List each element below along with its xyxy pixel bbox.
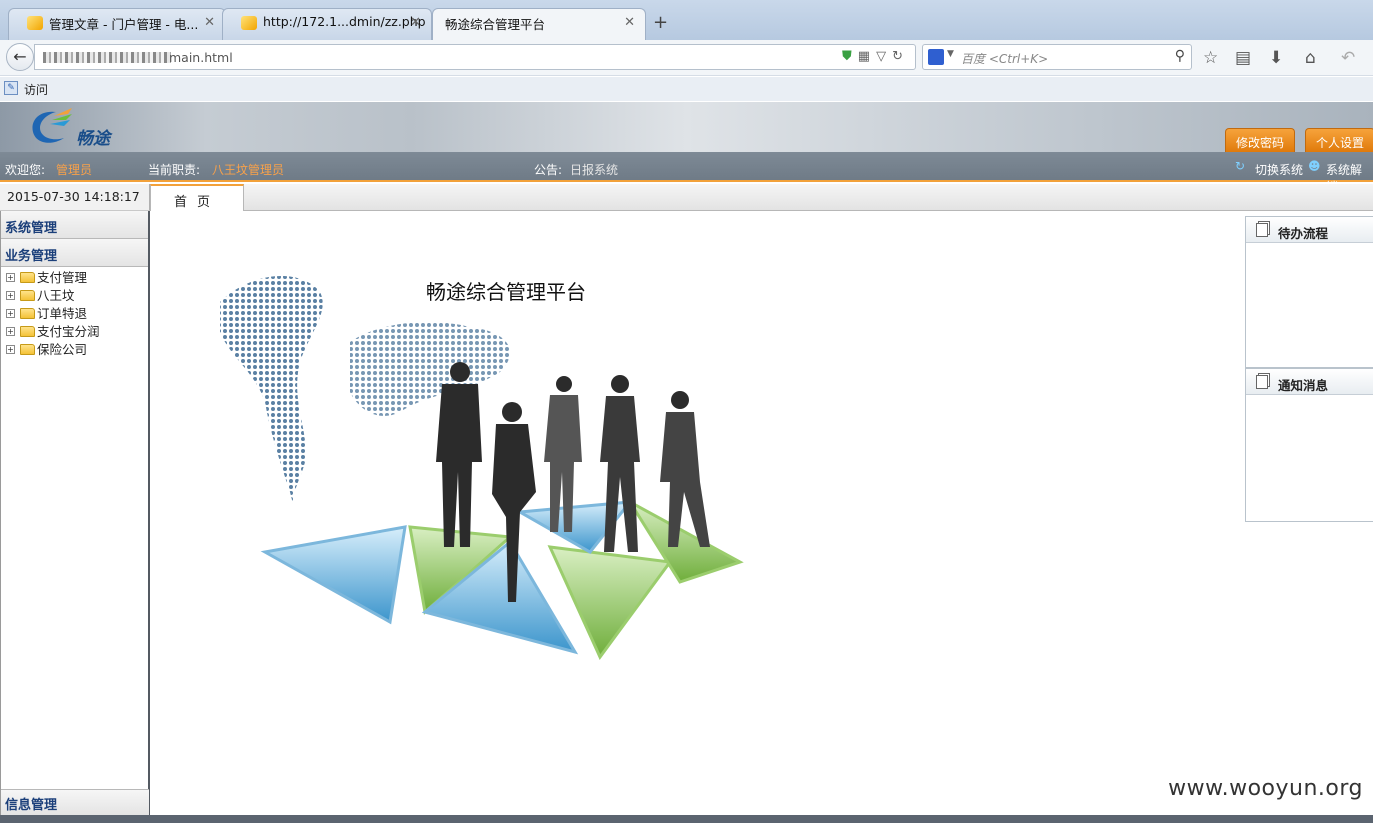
- browser-tab-3[interactable]: 畅途综合管理平台 ✕: [432, 8, 646, 41]
- business-tree: + 支付管理 + 八王坟 + 订单特退 + 支付宝分润 + 保险公司: [1, 267, 148, 359]
- tab-title: 管理文章 - 门户管理 - 电...: [49, 17, 199, 32]
- tree-item-label: 支付宝分润: [37, 324, 100, 339]
- hero-illustration: [220, 275, 744, 660]
- undo-icon[interactable]: ↶: [1341, 48, 1355, 68]
- browser-tab-1[interactable]: 管理文章 - 门户管理 - 电... ✕: [8, 8, 226, 40]
- reading-list-icon[interactable]: ▤: [1235, 48, 1251, 68]
- search-placeholder: 百度 <Ctrl+K>: [961, 52, 1049, 66]
- notice-label: 公告:: [534, 163, 563, 177]
- bookmark-page-icon: ✎: [4, 81, 18, 95]
- role-label: 当前职责:: [148, 163, 201, 177]
- folder-icon: [20, 308, 35, 319]
- tree-item-insurance[interactable]: + 保险公司: [6, 341, 148, 359]
- tree-item-bawangfen[interactable]: + 八王坟: [6, 287, 148, 305]
- content-tab-strip: 首页: [150, 184, 1373, 211]
- expand-plus-icon[interactable]: +: [6, 273, 15, 282]
- browser-nav-bar: ← main.html ⛊▦▽↻ ▼ 百度 <Ctrl+K> ⚲ ☆ ▤ ⬇ ⌂…: [0, 40, 1373, 76]
- sidebar: 系统管理 业务管理 + 支付管理 + 八王坟 + 订单特退 + 支付宝分润 + …: [0, 211, 150, 815]
- folder-icon: [20, 272, 35, 283]
- tree-item-label: 八王坟: [37, 288, 75, 303]
- app-header: 畅途 修改密码 个人设置: [0, 102, 1373, 152]
- tab-home[interactable]: 首页: [150, 184, 244, 211]
- main-content: 畅途综合管理平台 待办流程 通知消息 www.wooyun.org: [150, 212, 1373, 815]
- welcome-label: 欢迎您:: [5, 163, 46, 177]
- folder-icon: [20, 290, 35, 301]
- reload-icon[interactable]: ↻: [892, 49, 909, 64]
- notice-panel-title: 通知消息: [1278, 378, 1329, 393]
- dropdown-icon[interactable]: ▽: [876, 49, 892, 64]
- tree-item-payment[interactable]: + 支付管理: [6, 269, 148, 287]
- bookmarks-bar: ✎ 访问: [0, 77, 1373, 101]
- user-info-bar: 欢迎您: 管理员 当前职责: 八王坟管理员 公告: 日报系统 ↻ 切换系统 ☻ …: [0, 152, 1373, 194]
- tree-item-label: 保险公司: [37, 342, 88, 357]
- notice-panel: 通知消息: [1245, 368, 1373, 522]
- bookmark-visit-link[interactable]: 访问: [24, 81, 48, 98]
- datetime-display: 2015-07-30 14:18:17: [0, 184, 150, 211]
- folder-icon: [20, 344, 35, 355]
- todo-panel: 待办流程: [1245, 216, 1373, 368]
- search-bar[interactable]: ▼ 百度 <Ctrl+K> ⚲: [922, 44, 1192, 70]
- sidebar-section-business[interactable]: 业务管理: [1, 239, 148, 267]
- qr-code-icon[interactable]: ▦: [858, 49, 876, 64]
- mail-favicon-icon: [27, 16, 43, 30]
- url-text: main.html: [169, 50, 233, 65]
- shield-icon[interactable]: ⛊: [842, 49, 858, 64]
- logo-icon: [32, 108, 72, 143]
- blurred-url-host: [43, 52, 171, 63]
- back-arrow-icon[interactable]: ←: [6, 43, 34, 71]
- address-bar-icons: ⛊▦▽↻: [842, 49, 909, 64]
- address-bar[interactable]: main.html ⛊▦▽↻: [34, 44, 916, 70]
- user-unlock-icon: ☻: [1308, 159, 1321, 173]
- close-tab-icon[interactable]: ✕: [204, 15, 215, 30]
- expand-plus-icon[interactable]: +: [6, 309, 15, 318]
- close-tab-icon[interactable]: ✕: [410, 15, 421, 30]
- sidebar-section-info[interactable]: 信息管理: [1, 789, 149, 815]
- current-role: 八王坟管理员: [212, 163, 285, 177]
- tree-item-order-refund[interactable]: + 订单特退: [6, 305, 148, 323]
- current-user: 管理员: [56, 163, 93, 177]
- watermark-text: www.wooyun.org: [1168, 776, 1363, 801]
- browser-tab-bar: 管理文章 - 门户管理 - 电... ✕ http://172.1...dmin…: [0, 0, 1373, 41]
- notice-text: 日报系统: [570, 163, 619, 177]
- browser-tab-2[interactable]: http://172.1...dmin/zz.php ✕: [222, 8, 432, 40]
- download-icon[interactable]: ⬇: [1269, 48, 1283, 68]
- tab-title: http://172.1...dmin/zz.php: [263, 14, 426, 29]
- close-tab-icon[interactable]: ✕: [624, 15, 635, 30]
- notice-panel-header: 通知消息: [1246, 369, 1373, 395]
- logo-text: 畅途: [76, 129, 110, 149]
- baidu-engine-icon[interactable]: [928, 49, 944, 65]
- expand-plus-icon[interactable]: +: [6, 291, 15, 300]
- clipboard-icon: [1256, 223, 1268, 237]
- tree-item-alipay-share[interactable]: + 支付宝分润: [6, 323, 148, 341]
- sidebar-section-system[interactable]: 系统管理: [1, 211, 148, 239]
- search-icon[interactable]: ⚲: [1175, 48, 1185, 64]
- new-tab-icon[interactable]: +: [653, 12, 668, 33]
- change-password-button[interactable]: 修改密码: [1225, 128, 1296, 152]
- personal-settings-button[interactable]: 个人设置: [1305, 128, 1373, 152]
- hero-title: 畅途综合管理平台: [426, 280, 586, 304]
- bookmark-star-icon[interactable]: ☆: [1203, 48, 1218, 68]
- home-icon[interactable]: ⌂: [1305, 48, 1316, 68]
- switch-system-link[interactable]: 切换系统: [1255, 161, 1303, 178]
- clipboard-icon: [1256, 375, 1268, 389]
- todo-panel-title: 待办流程: [1278, 226, 1329, 241]
- todo-panel-header: 待办流程: [1246, 217, 1373, 243]
- mail-favicon-icon: [241, 16, 257, 30]
- tree-item-label: 订单特退: [37, 306, 88, 321]
- tab-title: 畅途综合管理平台: [445, 17, 546, 32]
- tree-item-label: 支付管理: [37, 270, 88, 285]
- engine-dropdown-icon[interactable]: ▼: [947, 49, 954, 59]
- status-bar: [0, 815, 1373, 823]
- folder-icon: [20, 326, 35, 337]
- expand-plus-icon[interactable]: +: [6, 345, 15, 354]
- switch-system-icon: ↻: [1235, 159, 1246, 173]
- expand-plus-icon[interactable]: +: [6, 327, 15, 336]
